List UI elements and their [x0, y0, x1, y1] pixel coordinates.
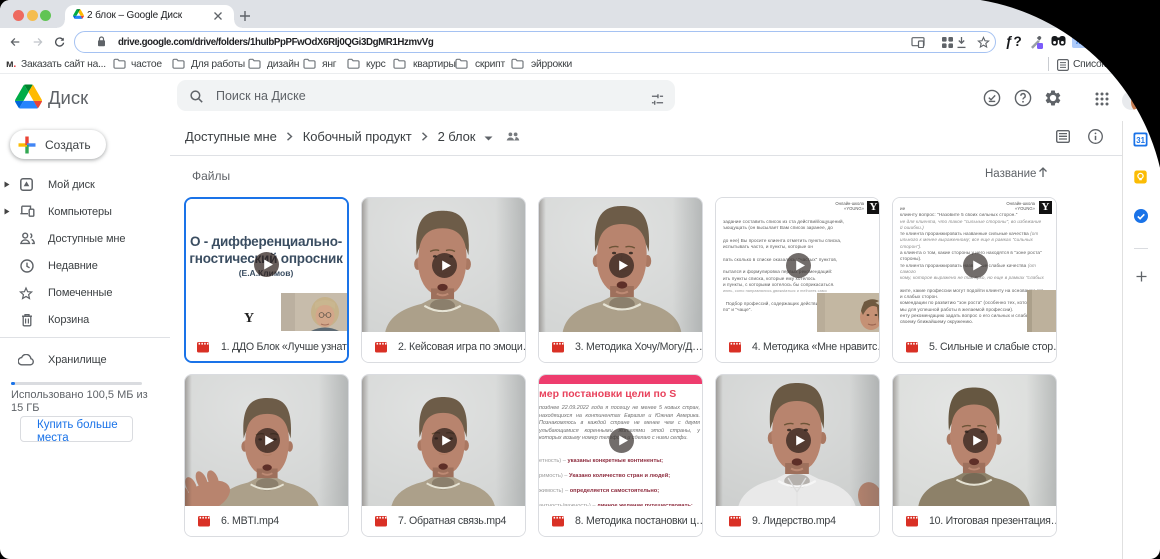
svg-text:31: 31	[1136, 136, 1145, 145]
